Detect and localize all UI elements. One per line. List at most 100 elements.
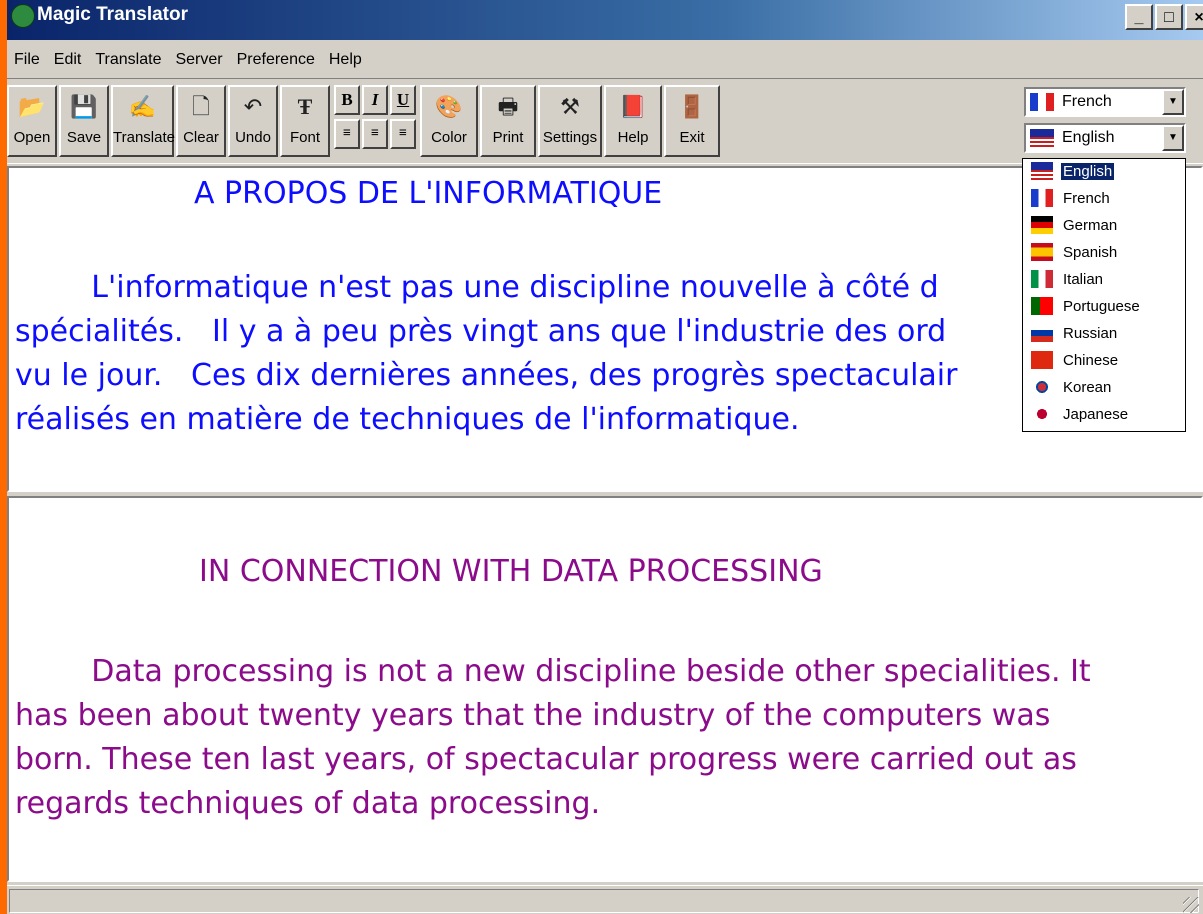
translate-button[interactable]: ✍ Translate: [111, 85, 175, 157]
dropdown-item-french[interactable]: French: [1023, 186, 1185, 213]
menu-preference[interactable]: Preference: [230, 51, 322, 69]
open-button[interactable]: 📂 Open: [7, 85, 57, 157]
bold-button[interactable]: B: [334, 85, 360, 115]
translation-line: Data processing is not a new discipline …: [15, 654, 1091, 689]
align-right-icon: ≡: [399, 126, 407, 141]
maximize-button[interactable]: □: [1155, 4, 1183, 30]
status-bar: [7, 885, 1203, 914]
clear-button[interactable]: 🗋 Clear: [176, 85, 226, 157]
undo-label: Undo: [235, 129, 271, 146]
target-language-value: English: [1062, 129, 1115, 146]
dropdown-item-label: Korean: [1063, 379, 1112, 396]
exit-label: Exit: [679, 129, 705, 146]
color-button[interactable]: 🎨 Color: [420, 85, 478, 157]
menu-edit[interactable]: Edit: [47, 51, 89, 69]
printer-icon: 🖶: [497, 94, 519, 119]
dropdown-item-label: Japanese: [1063, 406, 1129, 423]
dropdown-item-label: Russian: [1063, 325, 1118, 342]
align-center-icon: ≡: [371, 126, 379, 141]
france-flag-icon: [1031, 189, 1053, 207]
dropdown-item-english[interactable]: English: [1023, 159, 1185, 186]
exit-button[interactable]: 🚪 Exit: [664, 85, 720, 157]
app-window: Magic Translator _ □ × File Edit Transla…: [7, 0, 1203, 914]
translation-line: regards techniques of data processing.: [15, 786, 601, 821]
korea-flag-icon: [1031, 378, 1053, 396]
resize-grip-icon[interactable]: [1183, 897, 1199, 913]
help-label: Help: [617, 129, 649, 146]
dropdown-item-spanish[interactable]: Spanish: [1023, 240, 1185, 267]
usa-flag-icon: [1030, 129, 1054, 147]
print-button[interactable]: 🖶 Print: [480, 85, 536, 157]
dropdown-item-label: English: [1061, 163, 1115, 180]
toolbar: 📂 Open 💾 Save ✍ Translate 🗋 Clear ↶ Undo…: [7, 78, 1203, 164]
menu-server[interactable]: Server: [168, 51, 229, 69]
usa-flag-icon: [1031, 162, 1053, 180]
italy-flag-icon: [1031, 270, 1053, 288]
underline-button[interactable]: U: [390, 85, 416, 115]
save-button[interactable]: 💾 Save: [59, 85, 109, 157]
france-flag-icon: [1030, 93, 1054, 111]
exit-door-icon: 🚪: [678, 94, 706, 119]
globe-icon: [11, 4, 35, 28]
dropdown-item-korean[interactable]: Korean: [1023, 375, 1185, 402]
russia-flag-icon: [1031, 324, 1053, 342]
align-left-icon: ≡: [343, 126, 351, 141]
dropdown-item-label: Italian: [1063, 271, 1104, 288]
translation-heading: IN CONNECTION WITH DATA PROCESSING: [199, 554, 823, 589]
translate-label: Translate: [113, 129, 175, 146]
status-panel: [9, 889, 1199, 913]
chevron-down-icon[interactable]: ▼: [1162, 125, 1184, 151]
print-label: Print: [492, 129, 524, 146]
undo-icon: ↶: [243, 94, 263, 119]
font-icon: Ŧ: [297, 94, 313, 119]
china-flag-icon: [1031, 351, 1053, 369]
chevron-down-icon[interactable]: ▼: [1162, 89, 1184, 115]
menu-file[interactable]: File: [7, 51, 47, 69]
dropdown-item-portuguese[interactable]: Portuguese: [1023, 294, 1185, 321]
germany-flag-icon: [1031, 216, 1053, 234]
undo-button[interactable]: ↶ Undo: [228, 85, 278, 157]
dropdown-item-label: German: [1063, 217, 1118, 234]
dropdown-item-chinese[interactable]: Chinese: [1023, 348, 1185, 375]
dropdown-item-italian[interactable]: Italian: [1023, 267, 1185, 294]
blank-page-icon: 🗋: [192, 94, 210, 119]
font-button[interactable]: Ŧ Font: [280, 85, 330, 157]
align-right-button[interactable]: ≡: [390, 119, 416, 149]
minimize-button[interactable]: _: [1125, 4, 1153, 30]
palette-icon: 🎨: [435, 94, 463, 119]
align-left-button[interactable]: ≡: [334, 119, 360, 149]
source-language-select[interactable]: French ▼: [1024, 87, 1186, 117]
font-label: Font: [289, 129, 320, 146]
dropdown-item-label: Spanish: [1063, 244, 1118, 261]
dropdown-item-german[interactable]: German: [1023, 213, 1185, 240]
translation-line: born. These ten last years, of spectacul…: [15, 742, 1077, 777]
dropdown-item-russian[interactable]: Russian: [1023, 321, 1185, 348]
translation-text-pane[interactable]: IN CONNECTION WITH DATA PROCESSING Data …: [7, 496, 1203, 882]
portugal-flag-icon: [1031, 297, 1053, 315]
settings-button[interactable]: ⚒ Settings: [538, 85, 602, 157]
save-label: Save: [66, 129, 102, 146]
open-folder-icon: 📂: [18, 94, 46, 119]
spain-flag-icon: [1031, 243, 1053, 261]
clear-label: Clear: [183, 129, 219, 146]
color-label: Color: [431, 129, 467, 146]
japan-flag-icon: [1031, 405, 1053, 423]
language-dropdown-list: English French German Spanish Italian Po…: [1022, 158, 1186, 432]
title-bar[interactable]: Magic Translator _ □ ×: [7, 0, 1203, 40]
menu-help[interactable]: Help: [322, 51, 369, 69]
align-center-button[interactable]: ≡: [362, 119, 388, 149]
window-title: Magic Translator: [37, 4, 188, 25]
open-label: Open: [13, 129, 51, 146]
menu-translate[interactable]: Translate: [88, 51, 168, 69]
save-disk-icon: 💾: [70, 94, 98, 119]
hammer-icon: ⚒: [560, 94, 580, 119]
source-language-value: French: [1062, 93, 1112, 110]
italic-button[interactable]: I: [362, 85, 388, 115]
help-book-icon: 📕: [619, 94, 647, 119]
dropdown-item-label: Chinese: [1063, 352, 1119, 369]
target-language-select[interactable]: English ▼: [1024, 123, 1186, 153]
dropdown-item-japanese[interactable]: Japanese: [1023, 402, 1185, 429]
close-button[interactable]: ×: [1185, 4, 1203, 30]
translation-line: has been about twenty years that the ind…: [15, 698, 1051, 733]
help-button[interactable]: 📕 Help: [604, 85, 662, 157]
